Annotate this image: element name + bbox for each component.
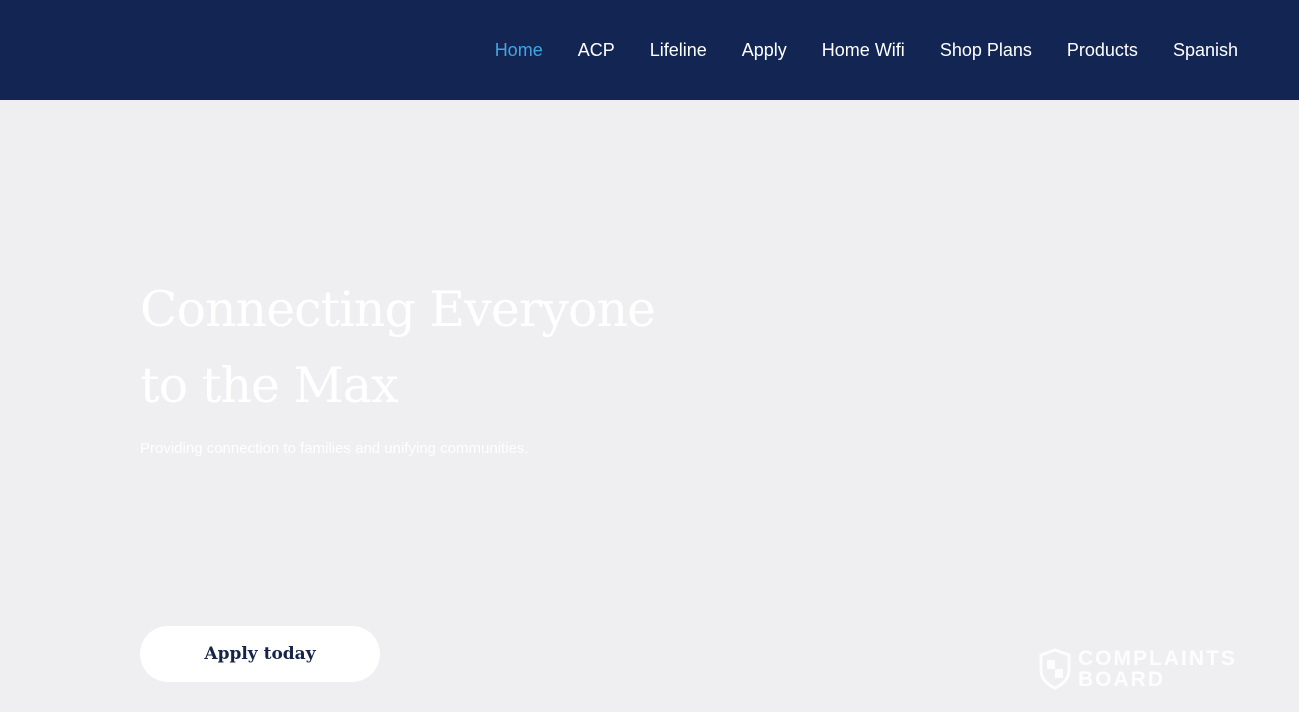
- hero-section: Connecting Everyone to the Max Providing…: [0, 100, 1299, 712]
- nav-item-shop-plans[interactable]: Shop Plans: [940, 40, 1032, 61]
- watermark-text: COMPLAINTS BOARD: [1078, 648, 1237, 690]
- nav-item-spanish[interactable]: Spanish: [1173, 40, 1238, 61]
- main-nav: Home ACP Lifeline Apply Home Wifi Shop P…: [460, 0, 1238, 100]
- nav-item-home[interactable]: Home: [495, 40, 543, 61]
- complaints-board-watermark: COMPLAINTS BOARD: [1038, 648, 1237, 690]
- nav-item-lifeline[interactable]: Lifeline: [650, 40, 707, 61]
- nav-item-home-wifi[interactable]: Home Wifi: [822, 40, 905, 61]
- watermark-line-1: COMPLAINTS: [1078, 647, 1237, 670]
- nav-item-products[interactable]: Products: [1067, 40, 1138, 61]
- hero-title: Connecting Everyone to the Max: [140, 272, 660, 424]
- hero-subtitle: Providing connection to families and uni…: [140, 440, 529, 457]
- nav-item-acp[interactable]: ACP: [578, 40, 615, 61]
- apply-today-button[interactable]: Apply today: [140, 626, 380, 682]
- watermark-line-2: BOARD: [1078, 668, 1165, 691]
- site-header: Home ACP Lifeline Apply Home Wifi Shop P…: [0, 0, 1299, 100]
- nav-item-apply[interactable]: Apply: [742, 40, 787, 61]
- hero-title-line-2: to the Max: [140, 357, 399, 414]
- shield-icon: [1039, 648, 1071, 690]
- hero-title-line-1: Connecting Everyone: [140, 281, 656, 338]
